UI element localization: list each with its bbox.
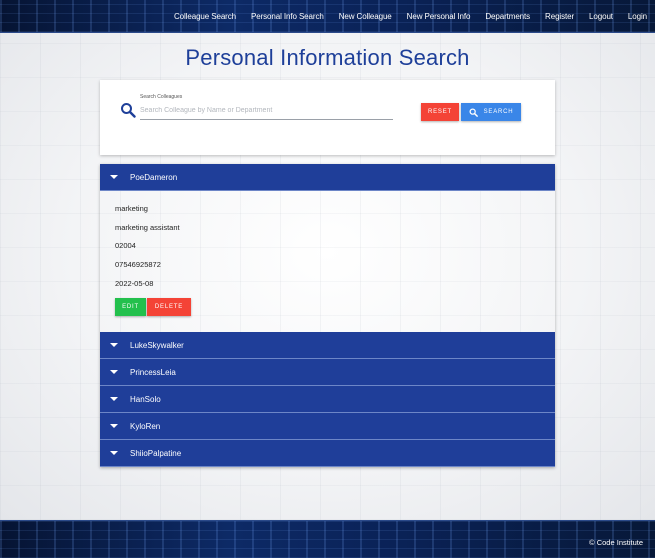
colleague-name: LukeSkywalker bbox=[130, 340, 184, 350]
edit-button[interactable]: EDIT bbox=[115, 298, 146, 316]
colleague-name: KyloRen bbox=[130, 421, 161, 431]
nav-departments[interactable]: Departments bbox=[485, 12, 530, 21]
footer bbox=[0, 520, 655, 558]
page-title: Personal Information Search bbox=[185, 45, 470, 70]
caret-down-icon bbox=[110, 343, 118, 347]
caret-down-icon bbox=[110, 424, 118, 428]
nav-register[interactable]: Register bbox=[545, 12, 574, 21]
reset-button-label: RESET bbox=[427, 109, 452, 115]
search-input[interactable] bbox=[140, 102, 393, 120]
colleague-details: marketing marketing assistant 02004 0754… bbox=[100, 191, 555, 332]
search-button-label: SEARCH bbox=[483, 109, 514, 115]
phone-value: 07546925872 bbox=[115, 260, 161, 269]
caret-down-icon bbox=[110, 451, 118, 455]
colleague-name: HanSolo bbox=[130, 394, 161, 404]
main-nav: Colleague Search Personal Info Search Ne… bbox=[174, 0, 647, 33]
colleague-header-han-solo[interactable]: HanSolo bbox=[100, 386, 555, 413]
search-icon bbox=[121, 103, 136, 118]
search-button[interactable]: SEARCH bbox=[461, 103, 521, 121]
nav-new-personal-info[interactable]: New Personal Info bbox=[407, 12, 471, 21]
colleague-header-shiio-palpatine[interactable]: ShiioPalpatine bbox=[100, 440, 555, 467]
colleague-header-poe-dameron[interactable]: PoeDameron bbox=[100, 164, 555, 191]
nav-login[interactable]: Login bbox=[628, 12, 647, 21]
colleague-header-luke-skywalker[interactable]: LukeSkywalker bbox=[100, 332, 555, 359]
search-icon bbox=[469, 108, 478, 117]
nav-personal-info-search[interactable]: Personal Info Search bbox=[251, 12, 324, 21]
edit-button-label: EDIT bbox=[122, 304, 139, 310]
caret-down-icon bbox=[110, 370, 118, 374]
caret-down-icon bbox=[110, 397, 118, 401]
extension-value: 02004 bbox=[115, 241, 136, 250]
delete-button-label: DELETE bbox=[154, 304, 184, 310]
department-value: marketing bbox=[115, 204, 148, 213]
nav-new-colleague[interactable]: New Colleague bbox=[339, 12, 392, 21]
caret-down-icon bbox=[110, 175, 118, 179]
reset-button[interactable]: RESET bbox=[421, 103, 459, 121]
colleague-name: PrincessLeia bbox=[130, 367, 176, 377]
search-form: Search Colleagues RESET SEARCH bbox=[100, 80, 555, 155]
date-value: 2022-05-08 bbox=[115, 279, 154, 288]
colleague-name: ShiioPalpatine bbox=[130, 448, 182, 458]
nav-colleague-search[interactable]: Colleague Search bbox=[174, 12, 236, 21]
search-field-label: Search Colleagues bbox=[140, 94, 183, 100]
colleague-list: PoeDameron marketing marketing assistant… bbox=[100, 164, 555, 467]
role-value: marketing assistant bbox=[115, 223, 180, 232]
main-content: Personal Information Search Search Colle… bbox=[0, 33, 655, 520]
copyright-text: © Code Institute bbox=[589, 538, 643, 547]
nav-logout[interactable]: Logout bbox=[589, 12, 613, 21]
colleague-header-kylo-ren[interactable]: KyloRen bbox=[100, 413, 555, 440]
colleague-name: PoeDameron bbox=[130, 172, 178, 182]
delete-button[interactable]: DELETE bbox=[147, 298, 191, 316]
top-navbar: Colleague Search Personal Info Search Ne… bbox=[0, 0, 655, 33]
colleague-header-princess-leia[interactable]: PrincessLeia bbox=[100, 359, 555, 386]
